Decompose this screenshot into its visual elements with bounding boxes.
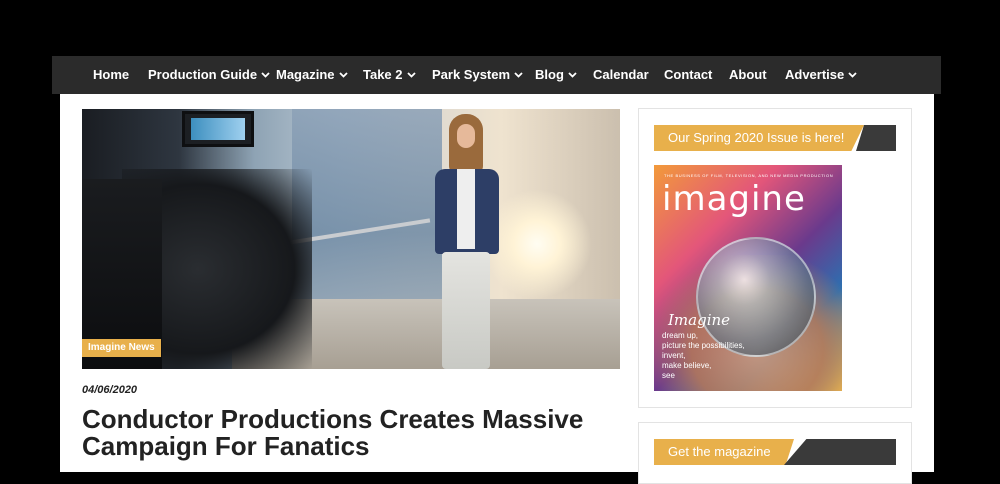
cover-masthead: imagine xyxy=(662,179,806,219)
nav-item-label: Blog xyxy=(535,67,564,82)
widget-heading-bar: Get the magazine xyxy=(654,439,896,465)
widget-heading-tab xyxy=(784,439,896,465)
magazine-cover[interactable]: THE BUSINESS OF FILM, TELEVISION, AND NE… xyxy=(654,165,842,391)
post-title[interactable]: Conductor Productions Creates Massive Ca… xyxy=(82,406,642,460)
featured-image[interactable]: Imagine News xyxy=(82,109,620,369)
nav-item-contact[interactable]: Contact xyxy=(664,56,712,94)
nav-item-calendar[interactable]: Calendar xyxy=(593,56,649,94)
nav-item-label: Home xyxy=(93,67,130,82)
category-badge[interactable]: Imagine News xyxy=(82,339,161,357)
nav-item-production-guide[interactable]: Production Guide xyxy=(148,56,270,94)
cover-tagline: THE BUSINESS OF FILM, TELEVISION, AND NE… xyxy=(664,173,834,178)
chevron-down-icon xyxy=(514,71,523,78)
nav-item-blog[interactable]: Blog xyxy=(535,56,577,94)
cover-line: picture the possibilities, xyxy=(662,341,745,350)
cover-text-lines: dream up, picture the possibilities, inv… xyxy=(662,331,782,381)
post-date: 04/06/2020 xyxy=(82,384,138,396)
hero-model-jeans xyxy=(442,252,490,369)
cover-line: make believe, xyxy=(662,361,712,370)
nav-item-magazine[interactable]: Magazine xyxy=(276,56,348,94)
hero-model xyxy=(427,114,507,369)
chevron-down-icon xyxy=(338,71,348,78)
page-content: Imagine News 04/06/2020 Conductor Produc… xyxy=(60,94,934,484)
widget-heading: Get the magazine xyxy=(668,444,771,459)
nav-item-label: Magazine xyxy=(276,67,335,82)
nav-item-home[interactable]: Home xyxy=(93,56,129,94)
nav-item-label: Contact xyxy=(664,67,713,82)
hero-model-face xyxy=(457,124,475,148)
cover-line: invent, xyxy=(662,351,686,360)
hero-camera-monitor xyxy=(182,111,254,147)
chevron-down-icon xyxy=(406,71,416,78)
nav-item-label: Park System xyxy=(432,67,511,82)
widget-heading-bar: Our Spring 2020 Issue is here! xyxy=(654,125,896,151)
get-magazine-widget: Get the magazine xyxy=(638,422,912,484)
main-navigation: Home Production Guide Magazine Take 2 Pa… xyxy=(52,56,941,94)
cover-line: dream up, xyxy=(662,331,699,340)
chevron-down-icon xyxy=(848,71,857,78)
nav-item-advertise[interactable]: Advertise xyxy=(785,56,857,94)
chevron-down-icon xyxy=(568,71,577,78)
cover-line: see xyxy=(662,371,675,380)
nav-item-park-system[interactable]: Park System xyxy=(432,56,523,94)
nav-item-label: Production Guide xyxy=(148,67,258,82)
widget-heading: Our Spring 2020 Issue is here! xyxy=(668,130,845,145)
spring-issue-widget: Our Spring 2020 Issue is here! THE BUSIN… xyxy=(638,108,912,408)
nav-item-label: Take 2 xyxy=(363,67,403,82)
nav-item-about[interactable]: About xyxy=(729,56,767,94)
nav-item-label: Advertise xyxy=(785,67,845,82)
cover-script-word: Imagine xyxy=(668,311,731,329)
hero-monitor-screen xyxy=(191,118,245,140)
hero-model-shirt xyxy=(457,169,475,249)
nav-item-label: About xyxy=(729,67,767,82)
chevron-down-icon xyxy=(261,71,270,78)
nav-item-take-2[interactable]: Take 2 xyxy=(363,56,416,94)
nav-item-label: Calendar xyxy=(593,67,649,82)
